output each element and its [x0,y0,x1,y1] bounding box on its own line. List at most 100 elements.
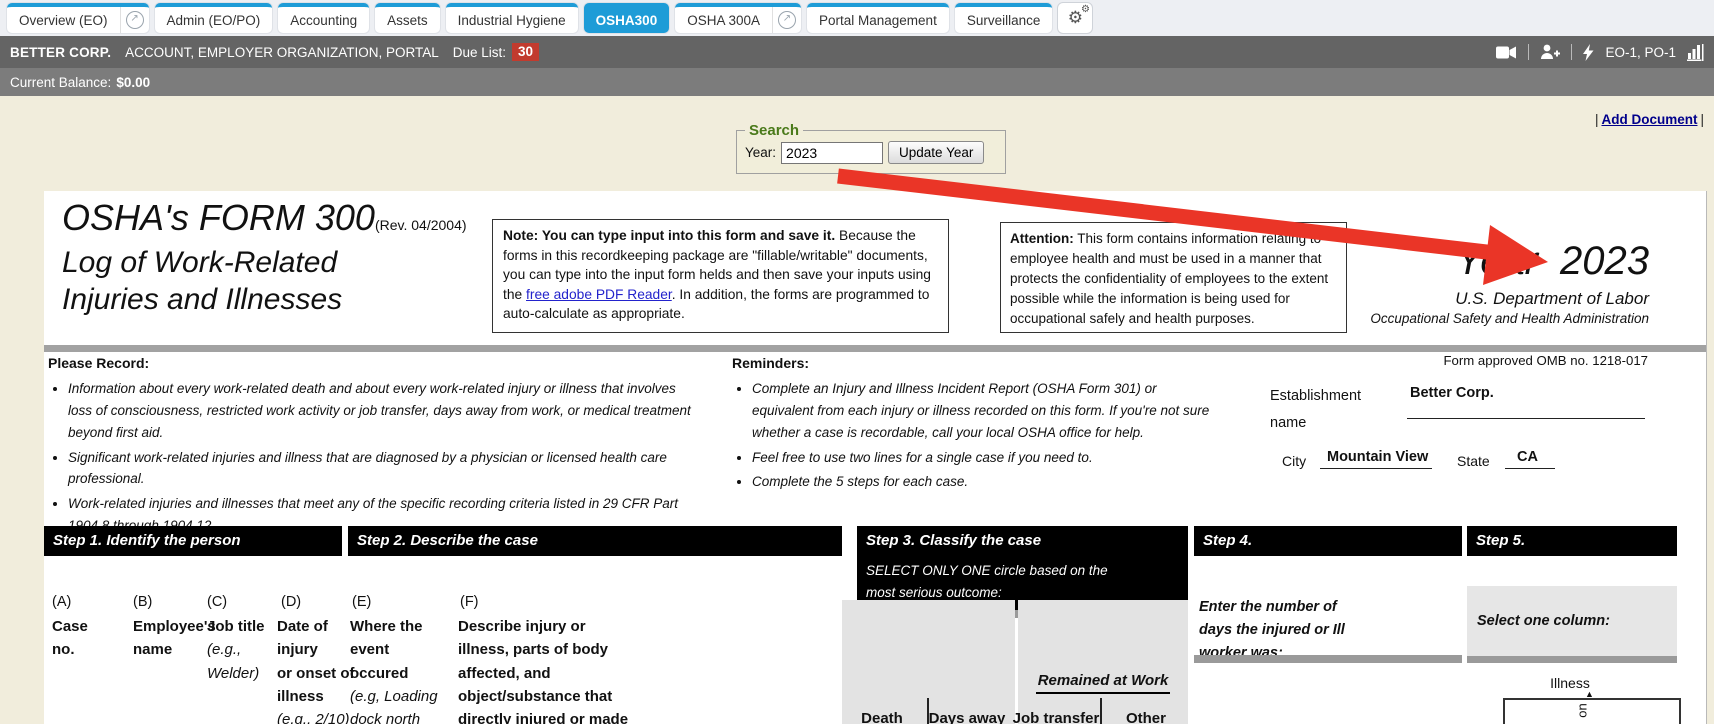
column-letter-f: (F) [460,594,479,610]
tab-portal-management[interactable]: Portal Management [807,7,949,33]
tab-accounting[interactable]: Accounting [278,7,369,33]
year-block: Year2023 U.S. Department of Labor Occupa… [1244,239,1649,326]
reminders-section: Reminders: Complete an Injury and Illnes… [732,355,1210,496]
dept-of-labor: U.S. Department of Labor [1244,289,1649,309]
add-user-icon[interactable] [1540,44,1560,60]
state-label: State [1457,453,1490,469]
search-panel: Search Year: Update Year [736,122,1006,174]
tab-portal-management-group: Portal Management [807,3,949,33]
please-record-bullet: Significant work-related injuries and il… [68,447,696,491]
due-list-label: Due List: [453,45,506,60]
tab-osha-300a[interactable]: OSHA 300A [675,7,772,33]
establishment-underline [1407,418,1645,419]
city-value[interactable]: Mountain View [1327,449,1428,465]
form-revision: (Rev. 04/2004) [375,217,467,233]
remained-at-work-header: Remained at Work [1018,672,1188,690]
step2-header: Step 2. Describe the case [348,526,842,556]
year-input[interactable] [781,142,883,164]
city-label: City [1282,453,1306,469]
attention-lead: Attention: [1010,231,1074,246]
establishment-value[interactable]: Better Corp. [1410,385,1494,401]
form-subtitle: Log of Work-Related Injuries and Illness… [62,245,422,318]
overview-popout-button[interactable]: ↗ [120,7,149,33]
column-letter-d: (D) [281,594,301,610]
form-year: Year2023 [1244,239,1649,284]
step5-header: Step 5. [1467,526,1677,556]
other-column-label: Other [1115,710,1177,724]
account-context: ACCOUNT, EMPLOYER ORGANIZATION, PORTAL [125,45,439,60]
tab-industrial-hygiene-group: Industrial Hygiene [446,3,578,33]
account-header-bar: BETTER CORP. ACCOUNT, EMPLOYER ORGANIZAT… [0,36,1714,68]
reminders-bullet: Complete the 5 steps for each case. [752,471,1210,493]
divider [1571,44,1572,60]
osha-form-300: OSHA's FORM 300(Rev. 04/2004) Log of Wor… [44,191,1707,724]
popout-arrow-icon: ↗ [126,11,144,29]
column-c-header: Job title (e.g., Welder) [207,615,265,685]
column-e-header: Where the event occured (e.g, Loading do… [350,615,438,724]
tab-osha300a-group: OSHA 300A ↗ [675,3,801,33]
add-document-link[interactable]: Add Document [1598,112,1700,127]
tab-industrial-hygiene[interactable]: Industrial Hygiene [446,7,578,33]
step3-header: Step 3. Classify the case SELECT ONLY ON… [857,526,1188,610]
state-value[interactable]: CA [1517,449,1538,465]
balance-amount: $0.00 [116,75,150,90]
step1-header: Step 1. Identify the person [44,526,342,556]
osha300a-popout-button[interactable]: ↗ [772,7,801,33]
step5-shadow [1467,656,1677,663]
job-transfer-column-label: Job transfer [1006,710,1106,724]
reminders-bullet: Feel free to use two lines for a single … [752,447,1210,469]
tab-osha300-active[interactable]: OSHA300 [584,7,670,33]
reminders-bullet: Complete an Injury and Illness Incident … [752,378,1210,444]
column-letter-b: (B) [133,594,152,610]
pdf-reader-link[interactable]: free adobe PDF Reader [526,287,672,302]
bar-chart-icon[interactable] [1687,44,1704,61]
please-record-section: Please Record: Information about every w… [48,355,696,540]
tab-admin-group: Admin (EO/PO) [155,3,273,33]
balance-bar: Current Balance: $0.00 [0,68,1714,96]
please-record-heading: Please Record: [48,355,696,371]
pipe: | [1700,112,1704,127]
divider [1528,44,1529,60]
entity-ids: EO-1, PO-1 [1605,45,1676,60]
popout-arrow-icon: ↗ [778,11,796,29]
illness-columns-box [1503,698,1681,724]
tab-surveillance[interactable]: Surveillance [955,7,1053,33]
workspace: |Add Document| Search Year: Update Year … [0,96,1714,724]
rotated-column-label: on [1575,703,1590,717]
app-window: Overview (EO) ↗ Admin (EO/PO) Accounting… [0,0,1714,724]
classify-right-panel [1018,600,1188,724]
due-list-count-badge[interactable]: 30 [512,43,539,61]
column-letter-a: (A) [52,594,71,610]
note-lead: Note: You can type input into this form … [503,228,835,243]
tab-assets-group: Assets [375,3,440,33]
column-a-header: Caseno. [52,615,88,662]
tab-accounting-group: Accounting [278,3,369,33]
step4-shadow [1194,655,1462,663]
tab-overview-group: Overview (EO) ↗ [7,3,149,33]
tab-admin-eo-po[interactable]: Admin (EO/PO) [155,7,273,33]
omb-approval: Form approved OMB no. 1218-017 [1144,353,1648,368]
establishment-label: Establishment name [1270,383,1361,437]
video-camera-icon[interactable] [1496,45,1517,60]
settings-gear-button[interactable]: ⚙⚙ [1058,3,1092,33]
add-document-link-row: |Add Document| [1595,112,1704,127]
step4-header: Step 4. [1194,526,1462,556]
company-name: BETTER CORP. [10,45,111,60]
note-box: Note: You can type input into this form … [492,219,949,333]
reminders-heading: Reminders: [732,355,1210,371]
update-year-button[interactable]: Update Year [888,141,984,164]
osha-administration: Occupational Safety and Health Administr… [1244,311,1649,326]
death-column-label: Death [851,710,913,724]
tab-overview-eo[interactable]: Overview (EO) [7,7,120,33]
city-underline [1320,468,1432,469]
form-year-value: 2023 [1560,239,1649,283]
column-b-header: Employee'sname [133,615,216,662]
please-record-bullet: Information about every work-related dea… [68,378,696,444]
lightning-icon[interactable] [1583,44,1594,61]
top-tab-bar: Overview (EO) ↗ Admin (EO/PO) Accounting… [0,0,1714,36]
tab-assets[interactable]: Assets [375,7,440,33]
tab-osha300-group: OSHA300 [584,3,670,33]
tab-surveillance-group: Surveillance [955,3,1053,33]
column-d-header: Date of injury or onset of illness (e.g.… [277,615,355,724]
search-legend: Search [745,122,803,139]
